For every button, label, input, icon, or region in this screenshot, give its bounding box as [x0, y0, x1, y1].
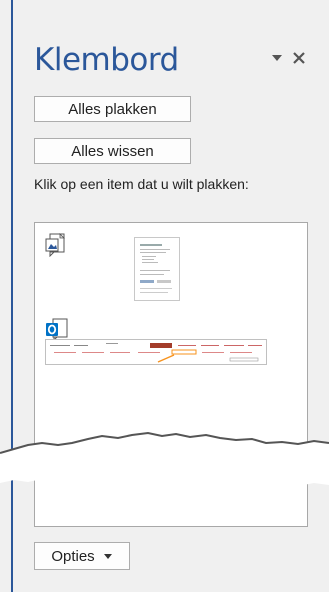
- pane-options-dropdown[interactable]: [268, 48, 286, 68]
- close-pane-button[interactable]: [290, 48, 308, 68]
- instruction-text: Klik op een item dat u wilt plakken:: [34, 176, 249, 192]
- picture-clipboard-icon: [45, 233, 65, 257]
- webpage-screenshot-thumbnail: [45, 339, 267, 365]
- pane-left-border: [11, 0, 13, 592]
- paste-all-button[interactable]: Alles plakken: [34, 96, 191, 122]
- outlook-icon: [46, 318, 68, 341]
- pane-title: Klembord: [34, 42, 179, 78]
- options-button[interactable]: Opties: [34, 542, 130, 570]
- chevron-down-icon: [272, 55, 282, 61]
- clipboard-pane: Klembord Alles plakken Alles wissen Klik…: [0, 0, 329, 592]
- clipboard-item[interactable]: [35, 317, 307, 377]
- options-label: Opties: [51, 547, 95, 565]
- document-page-thumbnail: [134, 237, 180, 301]
- chevron-down-icon: [103, 553, 112, 559]
- close-icon: [293, 52, 305, 64]
- clipboard-item[interactable]: [35, 223, 307, 315]
- torn-edge-divider: [0, 431, 329, 486]
- clear-all-button[interactable]: Alles wissen: [34, 138, 191, 164]
